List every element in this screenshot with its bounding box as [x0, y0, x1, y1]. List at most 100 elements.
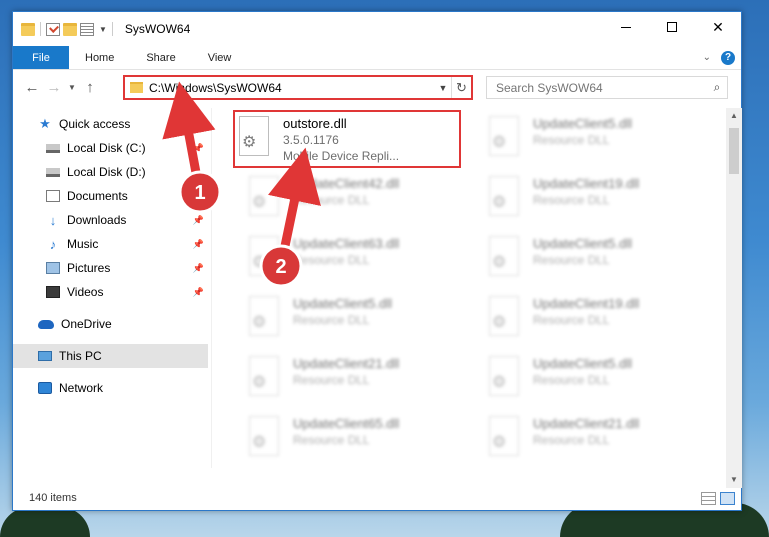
file-item[interactable]: ⚙ UpdateClient19.dll Resource DLL — [473, 172, 713, 230]
sidebar-item-documents[interactable]: Documents 📌 — [13, 184, 208, 208]
file-item[interactable]: ⚙ UpdateClient21.dll Resource DLL — [473, 412, 713, 470]
sidebar-item-music[interactable]: ♪ Music 📌 — [13, 232, 208, 256]
tab-home[interactable]: Home — [69, 46, 130, 69]
dll-file-icon: ⚙ — [487, 356, 523, 402]
file-item[interactable]: ⚙ UpdateClient5.dll Resource DLL — [473, 352, 713, 410]
file-item[interactable]: ⚙ UpdateClient5.dll Resource DLL — [473, 112, 713, 170]
tab-share[interactable]: Share — [130, 46, 191, 69]
file-item[interactable]: ⚙ UpdateClient19.dll Resource DLL — [473, 292, 713, 350]
documents-icon — [46, 190, 60, 202]
view-toggle — [701, 492, 735, 505]
address-dropdown-chevron-icon[interactable]: ▼ — [435, 83, 451, 93]
search-icon[interactable]: ⌕ — [707, 80, 727, 95]
ribbon-tabs: File Home Share View ⌄ ? — [13, 46, 741, 70]
new-folder-icon[interactable] — [63, 22, 77, 36]
sidebar-item-label: Local Disk (C:) — [67, 141, 146, 155]
close-button[interactable]: ✕ — [695, 12, 741, 42]
forward-arrow-icon[interactable]: → — [43, 79, 65, 96]
file-text: UpdateClient5.dll Resource DLL — [533, 352, 632, 388]
file-name: UpdateClient65.dll — [293, 416, 400, 431]
sidebar-item-label: Quick access — [59, 117, 131, 131]
address-bar[interactable]: C:\Windows\SysWOW64 ▼ ↻ — [123, 75, 473, 100]
gear-icon: ⚙ — [492, 314, 507, 331]
title-bar: ▼ SysWOW64 ✕ — [13, 12, 741, 46]
file-description: Resource DLL — [533, 133, 610, 147]
large-icons-view-icon[interactable] — [720, 492, 735, 505]
toolbar-dropdown-icon[interactable]: ▼ — [99, 25, 107, 34]
recent-locations-chevron-icon[interactable]: ▼ — [65, 83, 79, 92]
file-item[interactable]: ⚙ UpdateClient5.dll Resource DLL — [233, 292, 473, 350]
file-name: UpdateClient21.dll — [533, 416, 640, 431]
dll-file-icon: ⚙ — [487, 116, 523, 162]
file-version: 3.5.0.1176 — [283, 133, 339, 147]
file-description: Mobile Device Repli... — [283, 149, 400, 163]
minimize-button[interactable] — [603, 12, 649, 42]
customize-toolbar-icon[interactable] — [80, 22, 94, 36]
details-view-icon[interactable] — [701, 492, 716, 505]
expand-ribbon-chevron-icon[interactable]: ⌄ — [703, 52, 711, 63]
explorer-window: ▼ SysWOW64 ✕ File Home Share View ⌄ ? ← … — [12, 11, 742, 511]
tab-file[interactable]: File — [13, 46, 69, 69]
file-name: UpdateClient21.dll — [293, 356, 400, 371]
search-input[interactable] — [496, 80, 707, 95]
dll-file-icon: ⚙ — [487, 296, 523, 342]
gear-icon: ⚙ — [492, 254, 507, 271]
sidebar-item-onedrive[interactable]: OneDrive — [13, 312, 208, 336]
properties-icon[interactable] — [46, 22, 60, 36]
file-item[interactable]: ⚙ UpdateClient63.dll Resource DLL — [233, 232, 473, 290]
gear-icon: ⚙ — [252, 374, 267, 391]
dll-file-icon: ⚙ — [247, 236, 283, 282]
search-box[interactable]: ⌕ — [486, 76, 728, 99]
vertical-scrollbar[interactable]: ▲ ▼ — [726, 108, 742, 488]
file-item-outstore[interactable]: ⚙ outstore.dll 3.5.0.1176 Mobile Device … — [233, 110, 461, 168]
file-text: UpdateClient5.dll Resource DLL — [293, 292, 392, 328]
toolbar-separator — [40, 22, 41, 36]
gear-icon: ⚙ — [252, 254, 267, 271]
file-item[interactable]: ⚙ UpdateClient42.dll Resource DLL — [233, 172, 473, 230]
back-arrow-icon[interactable]: ← — [21, 79, 43, 96]
file-name: UpdateClient42.dll — [293, 176, 400, 191]
dll-file-icon: ⚙ — [487, 176, 523, 222]
refresh-icon[interactable]: ↻ — [451, 77, 471, 98]
window-title: SysWOW64 — [124, 22, 191, 36]
gear-icon: ⚙ — [242, 134, 257, 151]
onedrive-icon — [38, 319, 54, 329]
star-icon: ★ — [39, 116, 51, 131]
sidebar-item-downloads[interactable]: ↓ Downloads 📌 — [13, 208, 208, 232]
gear-icon: ⚙ — [252, 194, 267, 211]
tab-view[interactable]: View — [192, 46, 248, 69]
maximize-icon — [667, 22, 677, 32]
pin-icon: 📌 — [192, 286, 204, 297]
scrollbar-thumb[interactable] — [729, 128, 739, 174]
file-name: outstore.dll — [283, 116, 347, 131]
sidebar-item-this-pc[interactable]: This PC — [13, 344, 208, 368]
file-description: Resource DLL — [533, 433, 610, 447]
file-description: Resource DLL — [293, 253, 370, 267]
network-icon — [38, 382, 52, 394]
sidebar-item-local-disk-d[interactable]: Local Disk (D:) — [13, 160, 208, 184]
file-text: UpdateClient5.dll Resource DLL — [533, 232, 632, 268]
item-count: 140 items — [29, 492, 77, 504]
address-path[interactable]: C:\Windows\SysWOW64 — [149, 81, 435, 95]
pictures-icon — [46, 262, 60, 274]
sidebar-item-local-disk-c[interactable]: Local Disk (C:) 📌 — [13, 136, 208, 160]
file-name: UpdateClient5.dll — [533, 356, 633, 371]
help-icon[interactable]: ? — [721, 50, 735, 65]
file-item[interactable]: ⚙ UpdateClient5.dll Resource DLL — [473, 232, 713, 290]
sidebar-item-network[interactable]: Network — [13, 376, 208, 400]
status-bar: 140 items — [13, 486, 741, 510]
quick-access-toolbar: ▼ — [13, 22, 115, 36]
pane-divider — [211, 108, 212, 468]
file-item[interactable]: ⚙ UpdateClient21.dll Resource DLL — [233, 352, 473, 410]
file-name: UpdateClient19.dll — [533, 296, 640, 311]
sidebar-item-pictures[interactable]: Pictures 📌 — [13, 256, 208, 280]
file-description: Resource DLL — [533, 313, 610, 327]
up-arrow-icon[interactable]: ↑ — [79, 79, 101, 96]
sidebar-item-videos[interactable]: Videos 📌 — [13, 280, 208, 304]
maximize-button[interactable] — [649, 12, 695, 42]
close-icon: ✕ — [712, 18, 724, 35]
file-text: UpdateClient63.dll Resource DLL — [293, 232, 399, 268]
sidebar-item-quick-access[interactable]: ★ Quick access — [13, 112, 208, 136]
scroll-up-arrow-icon[interactable]: ▲ — [726, 108, 742, 124]
file-item[interactable]: ⚙ UpdateClient65.dll Resource DLL — [233, 412, 473, 470]
